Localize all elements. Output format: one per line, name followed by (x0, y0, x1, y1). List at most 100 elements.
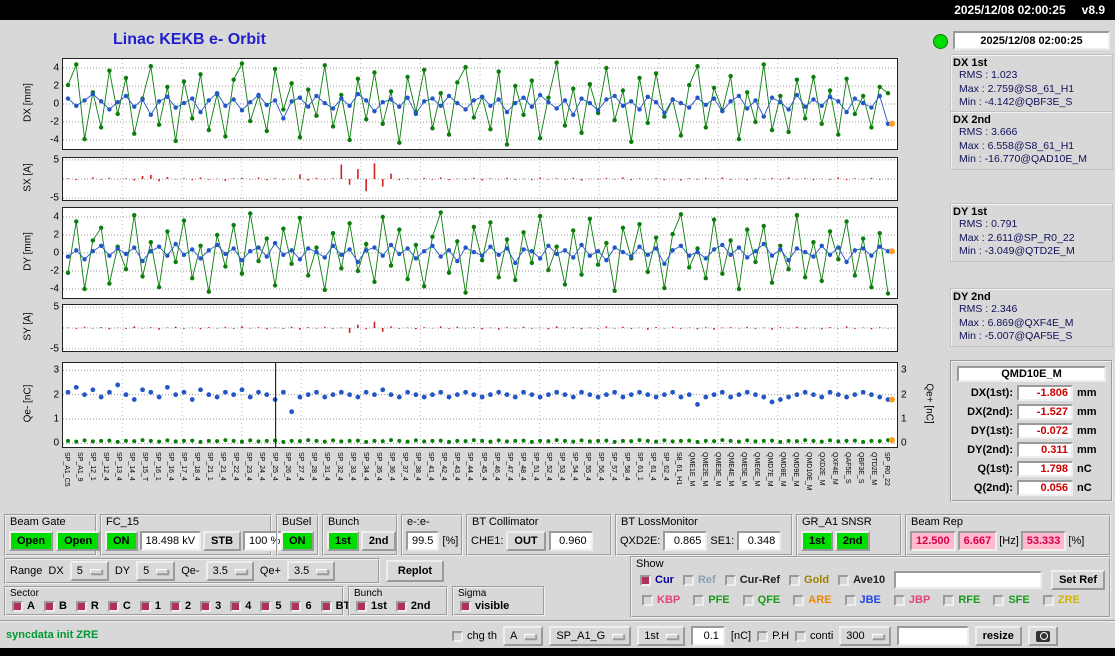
checkbox-box[interactable] (260, 600, 272, 612)
monitor-group-dropdown[interactable]: SP_A1_G (549, 626, 632, 646)
show-rfe-checkbox[interactable]: RFE (943, 594, 980, 606)
replot-button[interactable]: Replot (386, 560, 444, 582)
show-kbp-checkbox[interactable]: KBP (642, 594, 680, 606)
checkbox-box[interactable] (107, 600, 119, 612)
sector-6-checkbox[interactable]: 6 (290, 600, 312, 612)
sector-b-checkbox[interactable]: B (43, 600, 67, 612)
show-ref-checkbox[interactable]: Ref (682, 574, 716, 586)
interval-dropdown[interactable]: 300 (839, 626, 891, 646)
bunch-view-1st-checkbox[interactable]: 1st (356, 600, 387, 612)
gr-1st-button[interactable]: 1st (801, 531, 833, 551)
sector-2-checkbox[interactable]: 2 (169, 600, 191, 612)
checkbox-box[interactable] (642, 594, 653, 606)
sector-4-checkbox[interactable]: 4 (230, 600, 251, 612)
bunch-view-label: Bunch (354, 588, 383, 599)
checkbox-box[interactable] (993, 594, 1005, 606)
checkbox-box[interactable] (682, 574, 694, 586)
checkbox-box[interactable] (1042, 594, 1054, 606)
checkbox-box[interactable] (395, 600, 407, 612)
show-cur-ref-checkbox[interactable]: Cur-Ref (724, 574, 780, 586)
sector-c-checkbox[interactable]: C (107, 600, 131, 612)
bunch-2nd-button[interactable]: 2nd (360, 531, 397, 551)
resize-button[interactable]: resize (974, 626, 1022, 646)
gr-2nd-button[interactable]: 2nd (834, 531, 871, 551)
beam-rep-hz-unit: [Hz] (999, 535, 1019, 547)
range-qem-label: Qe- (181, 565, 200, 577)
sigma-visible-checkbox[interactable]: visible (460, 600, 509, 612)
checkbox-box[interactable] (943, 594, 955, 606)
sector-r-checkbox[interactable]: R (75, 600, 99, 612)
checkbox-label: 6 (305, 600, 312, 612)
mode-dropdown[interactable]: A (502, 626, 544, 646)
checkbox-box[interactable] (460, 600, 471, 612)
checkbox-box[interactable] (290, 600, 302, 612)
sector-5-checkbox[interactable]: 5 (260, 600, 281, 612)
checkbox-box[interactable] (724, 574, 736, 586)
x-axis-label: SP_22_4 (232, 452, 240, 481)
checkbox-box[interactable] (893, 594, 905, 606)
sector-3-checkbox[interactable]: 3 (200, 600, 221, 612)
range-dy-dropdown[interactable]: 5 (136, 561, 176, 581)
range-dx-dropdown[interactable]: 5 (69, 561, 109, 581)
x-axis-label: SP_36_4 (388, 452, 396, 481)
checkbox-box[interactable] (452, 630, 463, 642)
show-qfe-checkbox[interactable]: QFE (742, 594, 780, 606)
show-are-checkbox[interactable]: ARE (793, 594, 832, 606)
show-ave10-checkbox[interactable]: Ave10 (838, 574, 885, 586)
range-qep-dropdown[interactable]: 3.5 (286, 561, 336, 581)
checkbox-box[interactable] (200, 600, 212, 612)
bunch-dropdown[interactable]: 1st (637, 626, 685, 646)
sector-a-checkbox[interactable]: A (12, 600, 35, 612)
checkbox-box[interactable] (693, 594, 705, 606)
show-jbp-checkbox[interactable]: JBP (893, 594, 931, 606)
ref-entry-field[interactable] (894, 571, 1043, 589)
set-ref-button[interactable]: Set Ref (1051, 570, 1105, 590)
fc15-stb-button[interactable]: STB (203, 531, 242, 551)
checkbox-box[interactable] (757, 630, 769, 642)
busel-on-button[interactable]: ON (281, 531, 314, 551)
checkbox-box[interactable] (12, 600, 23, 612)
show-sfe-checkbox[interactable]: SFE (993, 594, 1030, 606)
checkbox-box[interactable] (838, 574, 850, 586)
show-cur-checkbox[interactable]: Cur (640, 574, 674, 586)
beam-gate-open-button-2[interactable]: Open (56, 531, 101, 551)
checkbox-box[interactable] (230, 600, 242, 612)
che1-out-button[interactable]: OUT (506, 531, 546, 551)
dropdown-value: 3.5 (293, 565, 310, 577)
monitor-row: DX(2nd): -1.527 mm (955, 404, 1108, 420)
bunch-view-2nd-checkbox[interactable]: 2nd (395, 600, 430, 612)
beam-rep-value-1: 12.500 (910, 531, 956, 551)
checkbox-box[interactable] (793, 594, 805, 606)
chg-th-checkbox[interactable]: chg th (452, 630, 497, 642)
conti-checkbox[interactable]: conti (795, 630, 833, 642)
show-gold-checkbox[interactable]: Gold (789, 574, 829, 586)
checkbox-box[interactable] (139, 600, 151, 612)
y-axis-title-right: Qe+ [nC] (923, 383, 935, 424)
checkbox-box[interactable] (356, 600, 367, 612)
ph-checkbox[interactable]: P.H (757, 630, 789, 642)
checkbox-box[interactable] (169, 600, 181, 612)
checkbox-box[interactable] (795, 630, 807, 642)
range-qem-dropdown[interactable]: 3.5 (205, 561, 254, 581)
checkbox-box[interactable] (844, 594, 856, 606)
threshold-field[interactable]: 0.1 (690, 626, 725, 646)
show-zre-checkbox[interactable]: ZRE (1042, 594, 1080, 606)
sector-bt-checkbox[interactable]: BT (320, 600, 350, 612)
snapshot-button[interactable] (1027, 626, 1058, 646)
sector-1-checkbox[interactable]: 1 (139, 600, 161, 612)
checkbox-box[interactable] (43, 600, 55, 612)
blank-entry-field[interactable] (896, 626, 969, 646)
fc15-on-button[interactable]: ON (105, 531, 138, 551)
checkbox-box[interactable] (742, 594, 754, 606)
checkbox-box[interactable] (320, 600, 332, 612)
show-label: Show (636, 558, 664, 570)
show-pfe-checkbox[interactable]: PFE (693, 594, 730, 606)
checkbox-box[interactable] (75, 600, 87, 612)
show-jbe-checkbox[interactable]: JBE (844, 594, 881, 606)
x-axis-label: SP_38_4 (414, 452, 422, 481)
bunch-1st-button[interactable]: 1st (327, 531, 359, 551)
beam-gate-open-button-1[interactable]: Open (9, 531, 54, 551)
checkbox-box[interactable] (789, 574, 801, 586)
checkbox-box[interactable] (640, 574, 651, 586)
checkbox-label: JBP (908, 594, 931, 606)
